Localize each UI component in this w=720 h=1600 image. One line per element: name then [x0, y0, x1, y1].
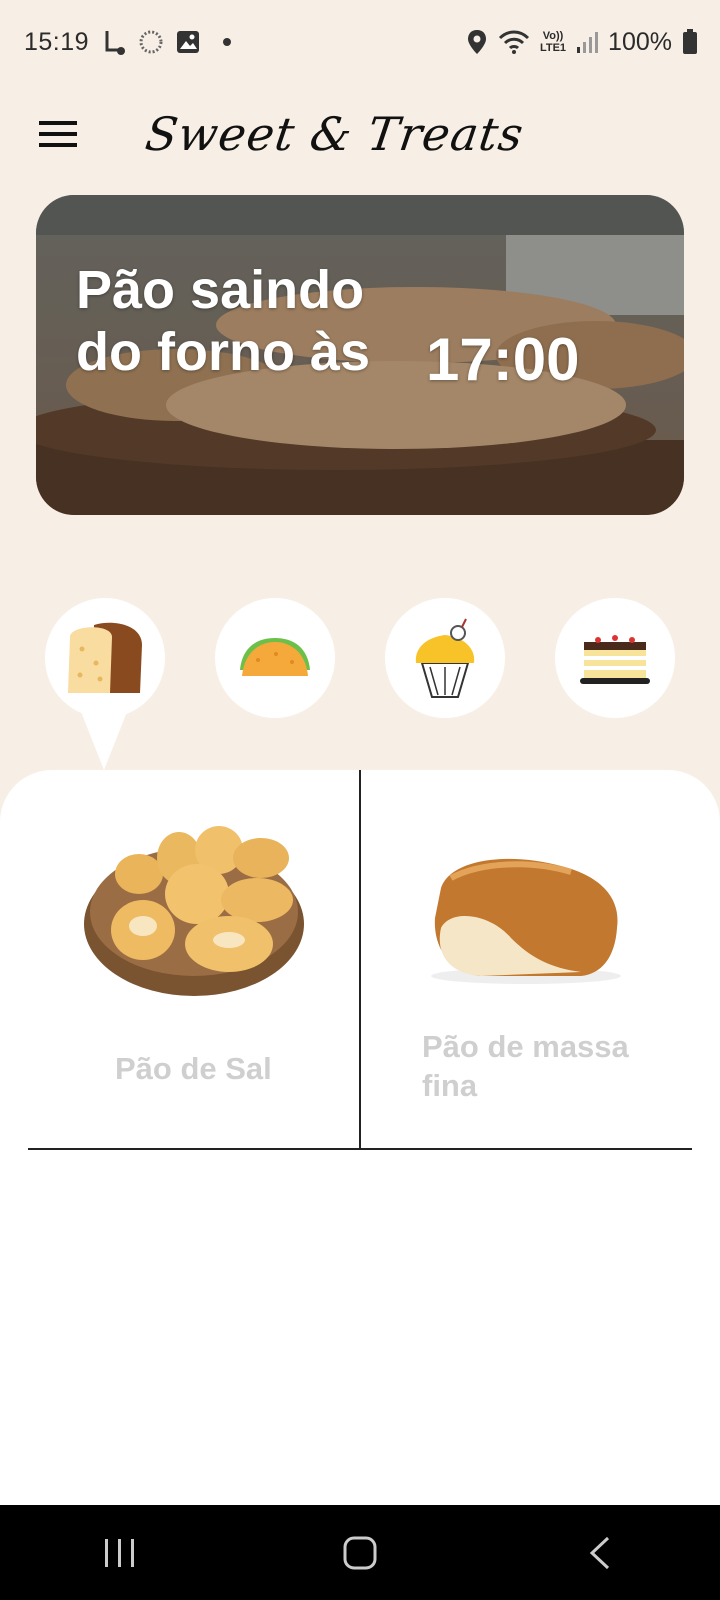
more-notifications-dot: [223, 38, 232, 46]
app-bar: Sweet & Treats: [0, 84, 720, 184]
category-taco[interactable]: [215, 598, 335, 718]
category-cupcake[interactable]: [385, 598, 505, 718]
product-card-pao-de-massa-fina[interactable]: Pão de massa fina: [360, 810, 692, 1140]
grid-divider-horizontal: [28, 1148, 692, 1150]
category-cake[interactable]: [555, 598, 675, 718]
system-nav-bar: [0, 1505, 720, 1600]
recent-apps-icon: [105, 1538, 134, 1567]
menu-button[interactable]: [18, 94, 98, 174]
battery-icon: [682, 29, 698, 55]
product-name: Pão de Sal: [115, 1051, 272, 1086]
signal-icon: [576, 30, 599, 54]
product-name: Pão de massa fina: [422, 1029, 629, 1103]
product-panel: Pão de Sal Pão de massa fina: [0, 770, 720, 1505]
banner-message: Pão saindo do forno às: [76, 260, 370, 383]
recent-apps-button[interactable]: [70, 1513, 170, 1593]
taco-icon: [240, 638, 310, 676]
banner-time: 17:00: [426, 326, 580, 393]
pao-de-sal-image: [84, 826, 304, 996]
status-bar: 15:19 Vo)) LTE1 100%: [0, 0, 720, 84]
pao-de-massa-fina-image: [431, 858, 621, 984]
scooter-notification-icon: [99, 28, 127, 56]
back-icon: [589, 1536, 610, 1569]
app-logo: Sweet & Treats: [142, 107, 528, 161]
volte-icon: Vo)) LTE1: [539, 30, 567, 54]
battery-percent: 100%: [608, 27, 672, 56]
home-button[interactable]: [310, 1513, 410, 1593]
bread-icon: [68, 622, 142, 693]
product-card-pao-de-sal[interactable]: Pão de Sal: [28, 810, 360, 1140]
hamburger-icon: [39, 121, 77, 147]
category-bar: [0, 598, 720, 770]
back-button[interactable]: [550, 1513, 650, 1593]
location-icon: [466, 29, 488, 55]
cupcake-icon: [415, 618, 475, 698]
wifi-icon: [498, 29, 530, 55]
cake-icon: [580, 635, 650, 684]
gallery-notification-icon: [175, 29, 201, 55]
category-bread[interactable]: [45, 598, 165, 718]
home-icon: [343, 1536, 377, 1569]
sync-notification-icon: [137, 28, 165, 56]
promo-banner[interactable]: Pão saindo do forno às 17:00: [36, 195, 684, 515]
status-time: 15:19: [24, 27, 90, 56]
